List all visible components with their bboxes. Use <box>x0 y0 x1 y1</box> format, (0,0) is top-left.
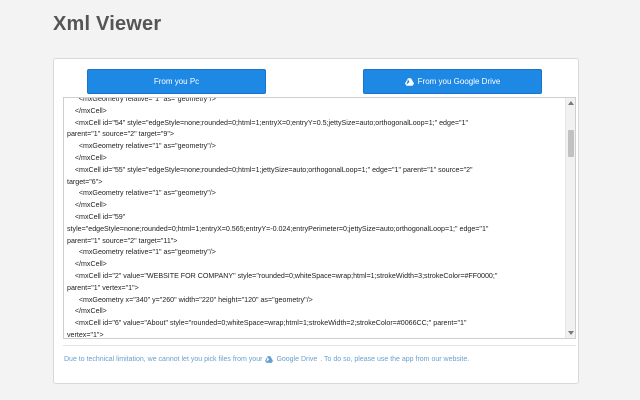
xml-line: <mxGeometry relative="1" as="geometry"/> <box>67 97 216 103</box>
xml-line: </mxCell> <box>67 260 107 269</box>
drive-limitation-notice: Due to technical limitation, we cannot l… <box>64 356 469 363</box>
from-pc-label: From you Pc <box>153 77 200 86</box>
xml-line: vertex="1"> <box>67 330 104 339</box>
xml-line: <mxCell id="55" style="edgeStyle=none;ro… <box>67 165 473 174</box>
notice-text-after: . To do so, please use the app from our … <box>320 356 470 363</box>
from-drive-label: From you Google Drive <box>417 77 501 86</box>
viewer-card: From you Pc From you Google Drive <mxGeo… <box>53 58 579 384</box>
xml-line: </mxCell> <box>67 307 107 316</box>
divider <box>63 345 576 346</box>
scroll-thumb[interactable] <box>568 130 574 157</box>
notice-service-name: Google Drive <box>276 356 318 363</box>
xml-line: <mxCell id="6" value="About" style="roun… <box>67 319 467 328</box>
vertical-scrollbar[interactable] <box>565 98 575 338</box>
xml-line: <mxCell id="54" style="edgeStyle=none;ro… <box>67 118 469 127</box>
google-drive-icon <box>404 77 414 86</box>
scroll-down-arrow[interactable] <box>568 331 574 335</box>
xml-text: <mxGeometry relative="1" as="geometry"/>… <box>67 97 563 339</box>
xml-line: style="edgeStyle=none;rounded=0;html=1;e… <box>67 224 489 233</box>
xml-line: <mxCell id="2" value="WEBSITE FOR COMPAN… <box>67 271 498 280</box>
xml-line: </mxCell> <box>67 201 107 210</box>
xml-line: parent="1" source="2" target="11"> <box>67 236 178 245</box>
xml-line: <mxCell id="59" <box>67 212 126 221</box>
app-title: Xml Viewer <box>53 13 162 35</box>
xml-line: </mxCell> <box>67 106 107 115</box>
from-pc-button[interactable]: From you Pc <box>87 69 266 94</box>
google-drive-icon <box>265 356 274 363</box>
notice-text-before: Due to technical limitation, we cannot l… <box>64 356 263 363</box>
xml-line: target="6"> <box>67 177 103 186</box>
scroll-up-arrow[interactable] <box>568 101 574 105</box>
from-drive-button[interactable]: From you Google Drive <box>363 69 542 94</box>
xml-line: parent="1" vertex="1"> <box>67 283 139 292</box>
xml-content-area[interactable]: <mxGeometry relative="1" as="geometry"/>… <box>63 97 576 339</box>
xml-line: <mxGeometry relative="1" as="geometry"/> <box>67 142 216 151</box>
xml-line: parent="1" source="2" target="9"> <box>67 130 175 139</box>
xml-line: <mxGeometry relative="1" as="geometry"/> <box>67 189 216 198</box>
xml-line: <mxGeometry relative="1" as="geometry"/> <box>67 248 216 257</box>
xml-line: <mxGeometry x="340" y="260" width="220" … <box>67 295 313 304</box>
xml-line: </mxCell> <box>67 153 107 162</box>
